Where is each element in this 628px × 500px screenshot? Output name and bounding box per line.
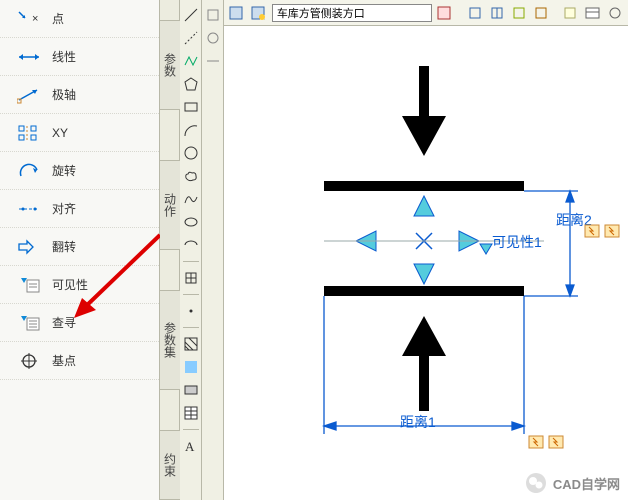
svg-text:A: A [185,439,195,454]
lookup-param-icon [16,313,44,333]
learn-icon[interactable] [562,4,580,22]
palette-label: 对齐 [52,200,76,217]
block-name-value: 车库方管侧装方口 [277,5,365,21]
modify-toolbar [202,0,224,500]
tab-parameter-sets[interactable]: 参数集 [160,290,180,390]
parameter-palette: × 点 线性 极轴 XY 旋转 对齐 翻转 [0,0,160,500]
point-param-icon: × [16,9,44,29]
toolbar-separator [183,294,199,295]
rotation-param-icon [16,161,44,181]
tool-insert-block-icon[interactable] [182,269,200,287]
polar-param-icon [16,85,44,105]
save-block-icon[interactable] [228,4,246,22]
visibility-param-icon [16,275,44,295]
tool-spline-icon[interactable] [182,190,200,208]
tool-rectangle-icon[interactable] [182,98,200,116]
palette-label: 查寻 [52,314,76,331]
tool-line-icon[interactable] [182,6,200,24]
action-icon[interactable] [511,4,529,22]
palette-item-xy[interactable]: XY [0,114,159,152]
tool-circle-icon[interactable] [182,144,200,162]
tool-ellipse-arc-icon[interactable] [182,236,200,254]
close-block-editor-icon[interactable] [436,4,454,22]
palette-label: 线性 [52,48,76,65]
palette-label: 点 [52,10,64,27]
palette-label: 基点 [52,352,76,369]
palette-label: 旋转 [52,162,76,179]
palette-item-lookup[interactable]: 查寻 [0,304,159,342]
tool-table-icon[interactable] [182,404,200,422]
palette-label: 极轴 [52,86,76,103]
tool-mtext-icon[interactable]: A [182,437,200,455]
tool-aux1-icon[interactable] [204,6,222,24]
palette-category-tabs: 参数 动作 参数集 约束 [160,0,180,500]
block-name-dropdown[interactable]: 车库方管侧装方口 [272,4,432,22]
distance1-label[interactable]: 距离1 [400,412,436,432]
action-icon-4[interactable] [548,435,566,449]
xy-param-icon [16,123,44,143]
palette-item-flip[interactable]: 翻转 [0,228,159,266]
wechat-icon [525,472,547,494]
tool-hatch-icon[interactable] [182,335,200,353]
tool-polyline-icon[interactable] [182,52,200,70]
tab-actions[interactable]: 动作 [160,160,180,250]
palette-item-rotation[interactable]: 旋转 [0,152,159,190]
linear-param-icon [16,47,44,67]
tool-region-icon[interactable] [182,381,200,399]
tool-arc-icon[interactable] [182,121,200,139]
palette-label: 翻转 [52,238,76,255]
visibility-param-label[interactable]: 可见性1 [492,232,542,252]
palette-item-basepoint[interactable]: 基点 [0,342,159,380]
tab-parameters[interactable]: 参数 [160,20,180,110]
toolbar-separator [183,261,199,262]
more-icon[interactable] [606,4,624,22]
save-block-as-icon[interactable] [250,4,268,22]
tool-polygon-icon[interactable] [182,75,200,93]
palette-item-linear[interactable]: 线性 [0,38,159,76]
palette-label: 可见性 [52,276,88,293]
action-icon-3[interactable] [528,435,546,449]
toolbar-separator [183,429,199,430]
palette-item-polar[interactable]: 极轴 [0,76,159,114]
palette-label: XY [52,126,68,140]
drawing-canvas[interactable]: 车库方管侧装方口 [224,0,628,500]
block-editor-toolbar: 车库方管侧装方口 [224,0,628,26]
tool-revision-cloud-icon[interactable] [182,167,200,185]
palette-item-visibility[interactable]: 可见性 [0,266,159,304]
watermark: CAD自学网 [525,472,620,494]
table-icon[interactable] [584,4,602,22]
palette-item-alignment[interactable]: 对齐 [0,190,159,228]
tool-construction-line-icon[interactable] [182,29,200,47]
flip-param-icon [16,237,44,257]
action-icon-2[interactable] [604,224,622,238]
parameter-icon[interactable] [489,4,507,22]
authoring-palettes-icon[interactable] [467,4,485,22]
draw-toolbar: A [180,0,202,500]
alignment-param-icon [16,199,44,219]
tool-ellipse-icon[interactable] [182,213,200,231]
attribute-icon[interactable] [533,4,551,22]
toolbar-separator [183,327,199,328]
svg-text:×: × [32,13,38,25]
basepoint-param-icon [16,351,44,371]
tool-aux2-icon[interactable] [204,29,222,47]
palette-item-point[interactable]: × 点 [0,0,159,38]
tab-constraints[interactable]: 约束 [160,430,180,500]
tool-gradient-icon[interactable] [182,358,200,376]
watermark-text: CAD自学网 [553,474,620,493]
tool-aux3-icon[interactable] [204,52,222,70]
tool-point-icon[interactable] [182,302,200,320]
action-icon-1[interactable] [584,224,602,238]
